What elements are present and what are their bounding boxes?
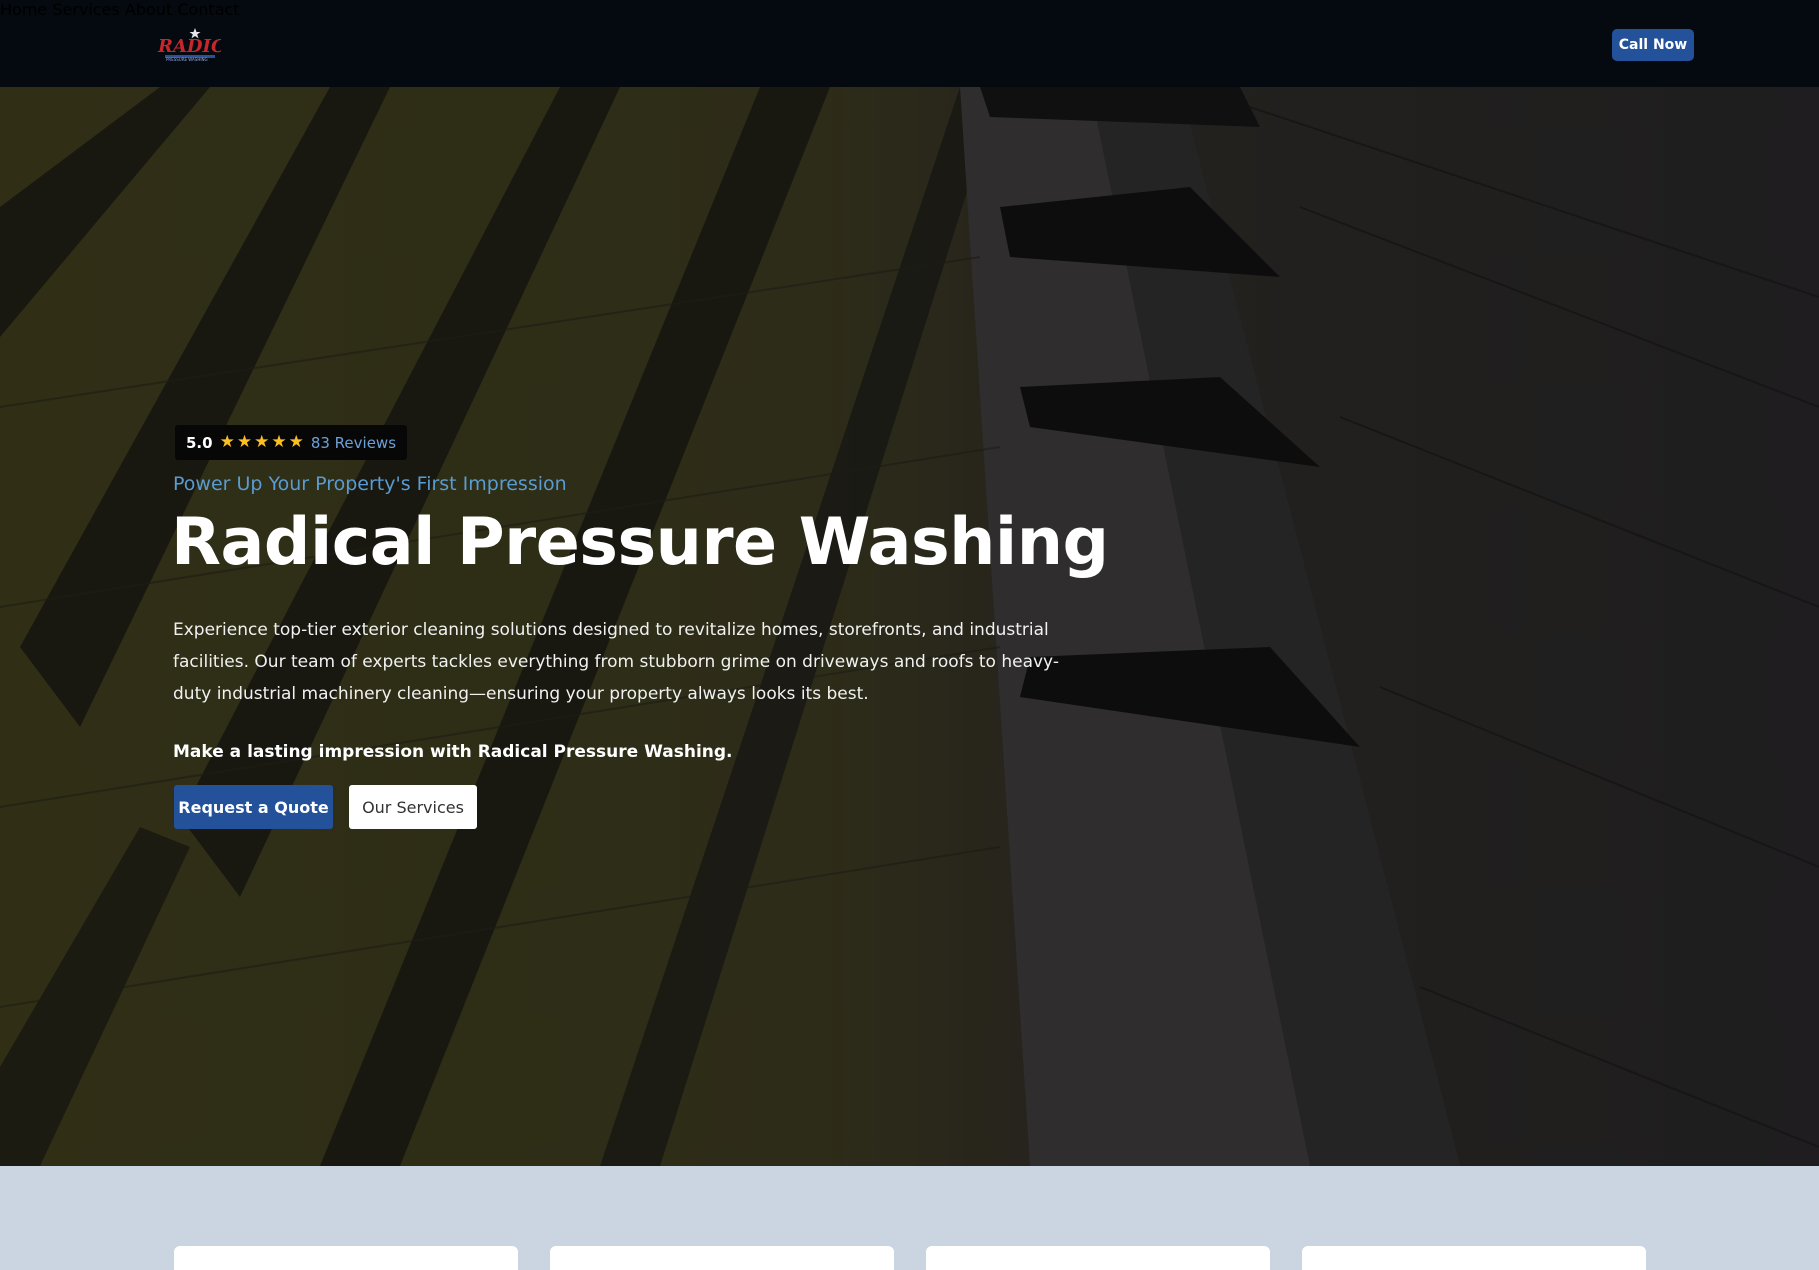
nav-about[interactable]: About — [125, 0, 172, 19]
logo-subtext: PRESSURE WASHING — [166, 57, 208, 62]
star-icon: ★ — [271, 432, 287, 452]
star-icon: ★ — [236, 432, 253, 452]
our-services-button[interactable]: Our Services — [349, 785, 477, 829]
star-icon: ★ — [288, 432, 304, 452]
nav-services[interactable]: Services — [52, 0, 119, 19]
star-icon: ★ — [219, 432, 235, 452]
page-title: Radical Pressure Washing — [171, 505, 1109, 580]
feature-card — [926, 1246, 1270, 1270]
hero-tagline: Power Up Your Property's First Impressio… — [173, 473, 567, 495]
logo-text: RADICAL — [157, 36, 221, 57]
main-nav: Home Services About Contact — [0, 0, 1819, 19]
nav-contact[interactable]: Contact — [177, 0, 239, 19]
feature-card — [174, 1246, 518, 1270]
call-now-button[interactable]: Call Now — [1612, 29, 1694, 61]
radical-logo[interactable]: RADICAL PRESSURE WASHING — [157, 28, 252, 62]
reviews-link[interactable]: 83 Reviews — [311, 434, 396, 452]
features-section — [0, 1166, 1819, 1270]
hero-emphasis: Make a lasting impression with Radical P… — [173, 742, 733, 762]
nav-home[interactable]: Home — [0, 0, 47, 19]
hero-description: Experience top-tier exterior cleaning so… — [173, 620, 1059, 704]
hero-section: 5.0 ★ ★ ★ ★ ★ 83 Reviews Power Up Your P… — [0, 87, 1819, 1166]
rating-badge: 5.0 ★ ★ ★ ★ ★ 83 Reviews — [175, 425, 408, 460]
request-quote-button[interactable]: Request a Quote — [174, 785, 333, 829]
feature-card — [1302, 1246, 1646, 1270]
star-icon: ★ — [254, 432, 270, 452]
rating-score: 5.0 — [186, 433, 213, 452]
site-header: RADICAL PRESSURE WASHING Home Services A… — [0, 0, 1819, 87]
feature-card — [550, 1246, 894, 1270]
star-rating: ★ ★ ★ ★ ★ — [220, 434, 304, 451]
